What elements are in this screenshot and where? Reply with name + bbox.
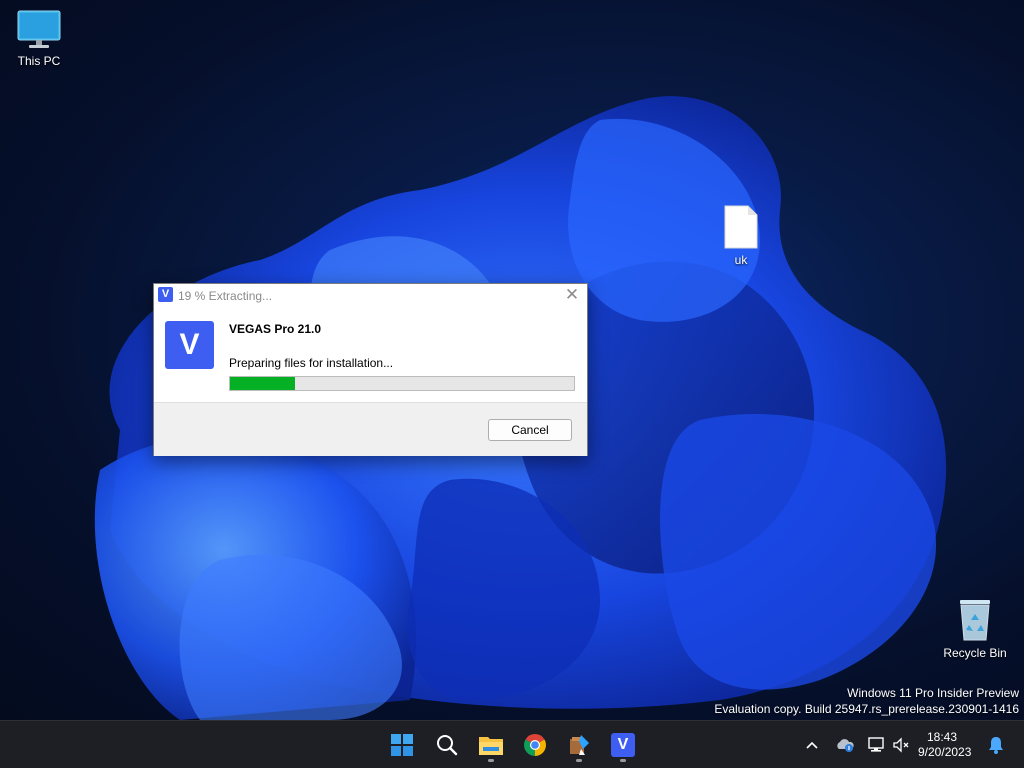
vegas-app-icon: V [158, 287, 173, 302]
monitor-icon [17, 10, 61, 48]
watermark-line-1: Windows 11 Pro Insider Preview [847, 686, 1019, 700]
onedrive-icon [837, 739, 854, 752]
clock-date: 9/20/2023 [918, 745, 972, 759]
dialog-title: 19 % Extracting... [178, 289, 273, 303]
desktop: This PC uk Recycle Bin Windows 11 Pro In… [0, 0, 1024, 720]
taskbar: V 18:43 9/20/2023 [0, 720, 1024, 768]
desktop-icon-label: This PC [17, 54, 61, 68]
taskbar-setup[interactable] [561, 727, 597, 763]
desktop-icon-label: Recycle Bin [943, 646, 1007, 660]
tray-onedrive[interactable] [835, 735, 855, 755]
tray-volume[interactable] [891, 735, 911, 755]
close-button[interactable]: ✕ [557, 284, 587, 306]
desktop-icon-label: uk [734, 253, 748, 267]
start-button[interactable] [384, 727, 420, 763]
recycle-bin-icon [960, 600, 990, 641]
evaluation-watermark: Windows 11 Pro Insider Preview Evaluatio… [714, 685, 1019, 717]
setup-icon [570, 735, 589, 755]
vegas-icon: V [611, 733, 635, 757]
dialog-footer: Cancel [154, 402, 587, 456]
dialog-titlebar[interactable]: V 19 % Extracting... ✕ [154, 284, 587, 308]
taskbar-file-explorer[interactable] [473, 727, 509, 763]
chrome-icon [524, 734, 546, 756]
running-indicator [576, 759, 582, 762]
app-name: VEGAS Pro 21.0 [229, 322, 322, 336]
vegas-logo-icon: V [165, 321, 214, 369]
network-icon [868, 737, 884, 752]
cancel-button[interactable]: Cancel [488, 419, 572, 441]
notifications-button[interactable] [986, 735, 1006, 755]
running-indicator [620, 759, 626, 762]
status-text: Preparing files for installation... [229, 356, 394, 370]
watermark-line-2: Evaluation copy. Build 25947.rs_prerelea… [714, 702, 1019, 716]
search-icon [437, 735, 458, 756]
desktop-icon-this-pc[interactable]: This PC [0, 10, 79, 68]
file-explorer-icon [479, 737, 503, 755]
taskbar-vegas[interactable]: V [605, 727, 641, 763]
search-button[interactable] [429, 727, 465, 763]
show-hidden-icons-button[interactable] [802, 735, 822, 755]
running-indicator [488, 759, 494, 762]
clock-time: 18:43 [926, 730, 958, 744]
installer-dialog: V 19 % Extracting... ✕ V VEGAS Pro 21.0 … [153, 283, 588, 456]
volume-muted-icon [893, 737, 909, 753]
tray-network[interactable] [867, 735, 887, 755]
chevron-up-icon [806, 741, 818, 749]
desktop-icon-uk[interactable]: uk [701, 205, 781, 267]
desktop-icon-recycle-bin[interactable]: Recycle Bin [935, 598, 1015, 660]
taskbar-chrome[interactable] [517, 727, 553, 763]
system-clock[interactable]: 18:43 9/20/2023 [918, 730, 972, 760]
file-icon [724, 205, 758, 249]
progress-bar-fill [230, 377, 296, 390]
progress-bar [229, 376, 575, 391]
bell-icon [989, 737, 1003, 754]
start-icon [391, 734, 413, 756]
